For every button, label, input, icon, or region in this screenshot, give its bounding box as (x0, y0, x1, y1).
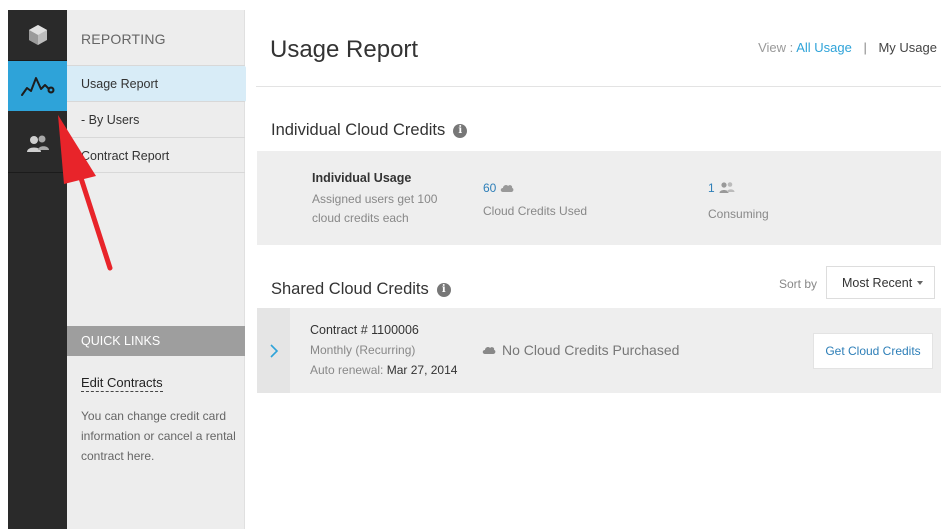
contract-renewal: Auto renewal: Mar 27, 2014 (310, 363, 457, 377)
nav-heading: REPORTING (81, 31, 166, 47)
contract-renewal-date: Mar 27, 2014 (386, 363, 458, 377)
consuming-value: 1 (708, 181, 715, 195)
title-divider (256, 86, 941, 87)
contract-title: Contract # 1100006 (310, 323, 419, 337)
individual-section-title: Individual Cloud Credits i (271, 121, 468, 140)
get-cloud-credits-button[interactable]: Get Cloud Credits (813, 333, 933, 369)
users-icon (719, 182, 735, 193)
view-label: View : (758, 40, 794, 55)
individual-usage-title: Individual Usage (312, 171, 412, 185)
view-switch: View : All Usage | My Usage (758, 40, 937, 55)
page-title: Usage Report (270, 36, 419, 63)
chevron-down-icon (917, 281, 923, 285)
icon-rail (8, 10, 67, 529)
cube-icon (28, 25, 47, 45)
rail-item-users[interactable] (8, 119, 67, 169)
nav-item-usage-report[interactable]: Usage Report (67, 65, 257, 102)
expand-contract-toggle[interactable] (257, 308, 290, 393)
edit-contracts-link[interactable]: Edit Contracts (81, 375, 163, 392)
individual-section-label: Individual Cloud Credits (271, 121, 446, 139)
sort-label: Sort by (779, 277, 818, 291)
reporting-nav-panel: REPORTING Usage Report - By Users Contra… (67, 10, 257, 529)
cloud-icon (501, 184, 514, 192)
quick-links-header: QUICK LINKS (67, 326, 245, 356)
shared-section-title: Shared Cloud Credits i (271, 280, 451, 299)
users-icon (26, 135, 49, 152)
contract-row: Contract # 1100006 Monthly (Recurring) A… (257, 308, 941, 393)
consuming-label: Consuming (708, 207, 769, 221)
individual-usage-description: Assigned users get 100 cloud credits eac… (312, 192, 438, 225)
info-icon[interactable]: i (453, 123, 468, 138)
contract-renewal-label: Auto renewal: (310, 363, 384, 377)
credits-used-stat: 60 (483, 181, 514, 195)
info-icon[interactable]: i (436, 282, 451, 297)
view-all-usage-link[interactable]: All Usage (796, 40, 852, 55)
shared-section-label: Shared Cloud Credits (271, 280, 429, 298)
window-left-margin (0, 10, 8, 529)
nav-item-contract-report[interactable]: Contract Report (67, 137, 245, 173)
rail-item-apps[interactable] (8, 10, 67, 60)
nav-item-by-users[interactable]: - By Users (67, 101, 245, 137)
contract-status-text: No Cloud Credits Purchased (502, 342, 680, 358)
nav-divider (67, 172, 245, 173)
sort-selected-value: Most Recent (842, 275, 913, 290)
contract-plan: Monthly (Recurring) (310, 343, 416, 357)
sort-dropdown[interactable]: Most Recent (826, 266, 935, 299)
contract-status: No Cloud Credits Purchased (482, 342, 679, 358)
main-content: Usage Report View : All Usage | My Usage… (246, 10, 941, 529)
rail-divider (8, 172, 67, 173)
individual-usage-panel: Individual Usage Assigned users get 100 … (257, 151, 941, 245)
consuming-stat: 1 (708, 181, 735, 195)
edit-contracts-description: You can change credit card information o… (81, 409, 236, 463)
cloud-icon (482, 346, 496, 354)
view-separator: | (863, 40, 867, 55)
rail-item-reporting[interactable] (8, 61, 67, 111)
usage-graph-icon (20, 77, 54, 96)
view-my-usage-link[interactable]: My Usage (878, 40, 937, 55)
chevron-right-icon (269, 343, 278, 358)
credits-used-label: Cloud Credits Used (483, 204, 588, 218)
credits-used-value: 60 (483, 181, 497, 195)
